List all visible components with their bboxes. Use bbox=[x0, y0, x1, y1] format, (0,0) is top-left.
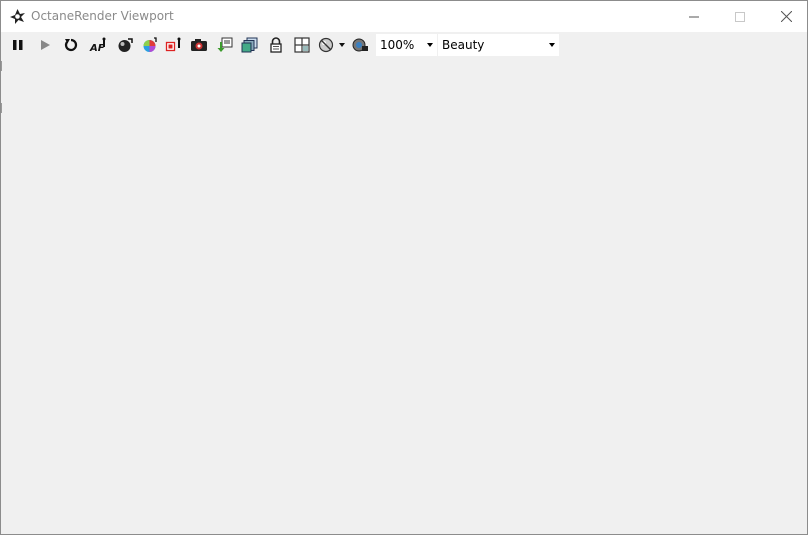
camera-button[interactable] bbox=[188, 35, 210, 55]
render-pass-value: Beauty bbox=[442, 38, 485, 52]
copy-layers-button[interactable] bbox=[239, 35, 261, 55]
autofocus-icon: AF bbox=[89, 37, 107, 53]
close-button[interactable] bbox=[763, 1, 808, 32]
viewport-toolbar: AF 100% Beauty bbox=[1, 33, 807, 57]
render-region-icon bbox=[117, 37, 133, 53]
clay-mode-button[interactable] bbox=[316, 35, 338, 55]
chevron-down-icon bbox=[339, 43, 345, 47]
title-bar[interactable]: OctaneRender Viewport bbox=[1, 1, 807, 32]
material-picker-icon bbox=[165, 37, 183, 53]
chevron-down-icon bbox=[549, 43, 555, 47]
maximize-button[interactable] bbox=[717, 1, 763, 32]
sync-camera-icon bbox=[351, 37, 369, 53]
color-picker-button[interactable] bbox=[139, 35, 161, 55]
play-icon bbox=[39, 39, 51, 51]
layout-grid-icon bbox=[294, 37, 310, 53]
zoom-select[interactable]: 100% bbox=[376, 34, 437, 56]
autofocus-button[interactable]: AF bbox=[87, 35, 109, 55]
layout-grid-button[interactable] bbox=[291, 35, 313, 55]
copy-layers-icon bbox=[241, 37, 259, 53]
play-button[interactable] bbox=[34, 35, 56, 55]
render-viewport[interactable] bbox=[2, 58, 807, 534]
camera-icon bbox=[190, 37, 208, 53]
chevron-down-icon bbox=[427, 43, 433, 47]
svg-text:AF: AF bbox=[89, 43, 105, 53]
lock-icon bbox=[269, 37, 283, 53]
material-picker-button[interactable] bbox=[163, 35, 185, 55]
render-pass-select[interactable]: Beauty bbox=[438, 34, 559, 56]
render-region-button[interactable] bbox=[114, 35, 136, 55]
clay-mode-icon bbox=[318, 37, 336, 53]
lock-button[interactable] bbox=[265, 35, 287, 55]
viewport-window: OctaneRender Viewport AF 100% Beauty bbox=[0, 0, 808, 535]
color-picker-icon bbox=[142, 37, 158, 53]
window-title: OctaneRender Viewport bbox=[31, 9, 174, 23]
clay-mode-dropdown[interactable] bbox=[337, 35, 347, 55]
pause-icon bbox=[12, 39, 24, 51]
minimize-button[interactable] bbox=[671, 1, 717, 32]
restart-icon bbox=[64, 38, 78, 52]
sync-camera-button[interactable] bbox=[349, 35, 371, 55]
pause-button[interactable] bbox=[7, 35, 29, 55]
restart-button[interactable] bbox=[60, 35, 82, 55]
export-icon bbox=[216, 37, 234, 53]
zoom-value: 100% bbox=[380, 38, 415, 52]
export-button[interactable] bbox=[214, 35, 236, 55]
octane-logo-icon bbox=[9, 8, 26, 25]
